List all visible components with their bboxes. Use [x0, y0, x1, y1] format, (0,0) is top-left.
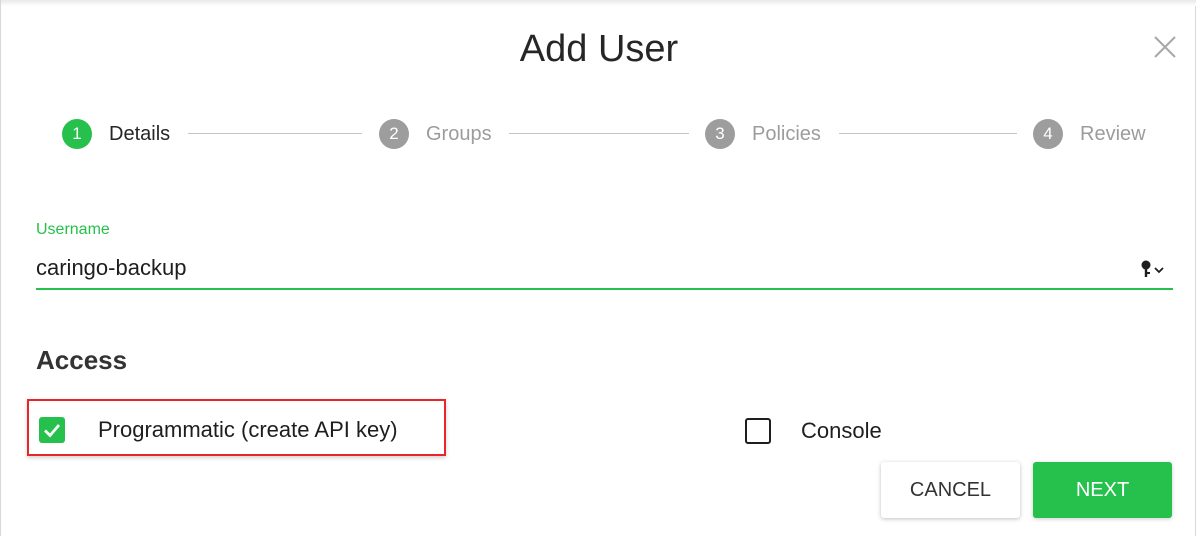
step-connector [509, 133, 689, 134]
username-label: Username [36, 221, 110, 238]
programmatic-label: Programmatic (create API key) [98, 417, 398, 442]
step-details[interactable]: 1 Details [62, 112, 170, 156]
username-underline [36, 288, 1173, 290]
step-number: 3 [705, 119, 735, 149]
access-section-title: Access [36, 345, 128, 375]
next-button[interactable]: NEXT [1033, 462, 1172, 518]
step-number: 2 [379, 119, 409, 149]
username-input[interactable] [36, 250, 1136, 286]
step-label: Review [1080, 122, 1146, 145]
credential-dropdown-button[interactable] [1139, 258, 1173, 280]
console-access-option[interactable]: Console [745, 418, 882, 444]
step-number: 1 [62, 119, 92, 149]
step-connector [839, 133, 1017, 134]
dialog-title: Add User [519, 28, 679, 70]
close-icon [1154, 36, 1176, 58]
step-label: Policies [752, 122, 821, 145]
dialog-top-edge [1, 0, 1196, 6]
checkmark-icon [44, 424, 61, 438]
console-checkbox[interactable] [745, 418, 771, 444]
step-label: Details [109, 122, 171, 145]
stepper: 1 Details 2 Groups 3 Policies 4 Review [1, 112, 1196, 156]
step-number: 4 [1033, 119, 1063, 149]
close-button[interactable] [1150, 32, 1180, 62]
programmatic-access-option[interactable]: Programmatic (create API key) [39, 417, 398, 443]
step-connector [188, 133, 362, 134]
console-label: Console [801, 418, 882, 443]
step-groups[interactable]: 2 Groups [379, 112, 492, 156]
add-user-dialog: Add User 1 Details 2 Groups 3 Policies 4… [0, 0, 1196, 536]
key-dropdown-icon [1141, 260, 1164, 277]
step-policies[interactable]: 3 Policies [705, 112, 821, 156]
programmatic-checkbox[interactable] [39, 417, 65, 443]
cancel-button[interactable]: CANCEL [881, 462, 1020, 518]
step-review[interactable]: 4 Review [1033, 112, 1146, 156]
step-label: Groups [426, 122, 492, 145]
